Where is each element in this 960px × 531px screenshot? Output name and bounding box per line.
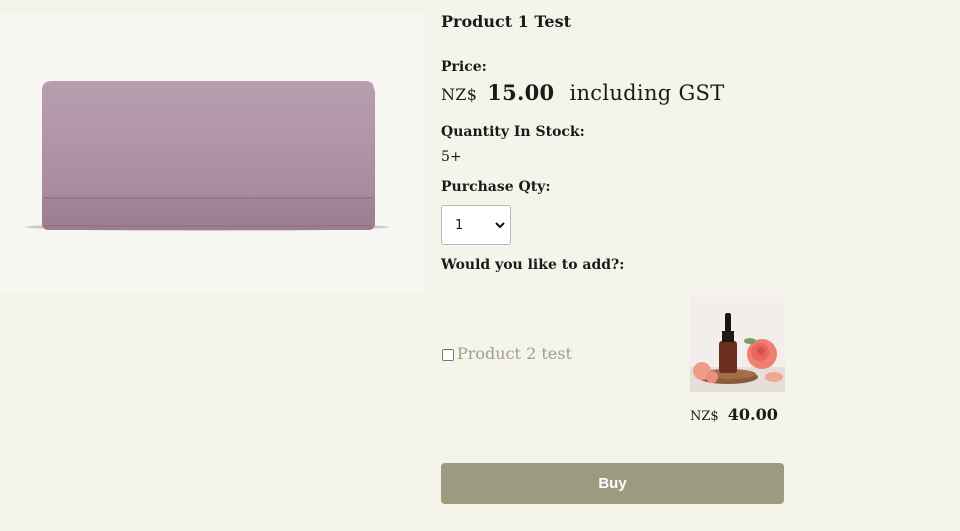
purse-image — [25, 81, 389, 231]
product-image — [0, 14, 424, 292]
addon-prompt: Would you like to add?: — [441, 257, 625, 273]
qty-select-value: 1 — [455, 218, 464, 233]
price-currency: NZ$ — [441, 85, 478, 104]
qty-label: Purchase Qty: — [441, 179, 551, 195]
product-title: Product 1 Test — [441, 12, 572, 31]
qty-select[interactable]: 1 — [441, 205, 511, 245]
product-page: Product 1 Test Price: NZ$ 15.00 includin… — [0, 0, 960, 531]
stock-value: 5+ — [441, 149, 462, 165]
addon-price: NZ$ 40.00 — [690, 405, 778, 424]
addon-checkbox[interactable] — [442, 349, 454, 361]
serum-bottle-with-roses-image — [690, 297, 785, 392]
addon-price-amount: 40.00 — [727, 405, 778, 424]
chevron-down-icon — [495, 222, 505, 229]
addon-image — [690, 297, 785, 392]
stock-label: Quantity In Stock: — [441, 124, 585, 140]
buy-button[interactable]: Buy — [441, 463, 784, 504]
addon-name[interactable]: Product 2 test — [457, 344, 572, 363]
price-tax-note: including GST — [569, 81, 725, 105]
price-amount: 15.00 — [487, 80, 555, 105]
price-label: Price: — [441, 59, 487, 75]
price-row: NZ$ 15.00 including GST — [441, 80, 725, 105]
addon-price-currency: NZ$ — [690, 409, 719, 424]
